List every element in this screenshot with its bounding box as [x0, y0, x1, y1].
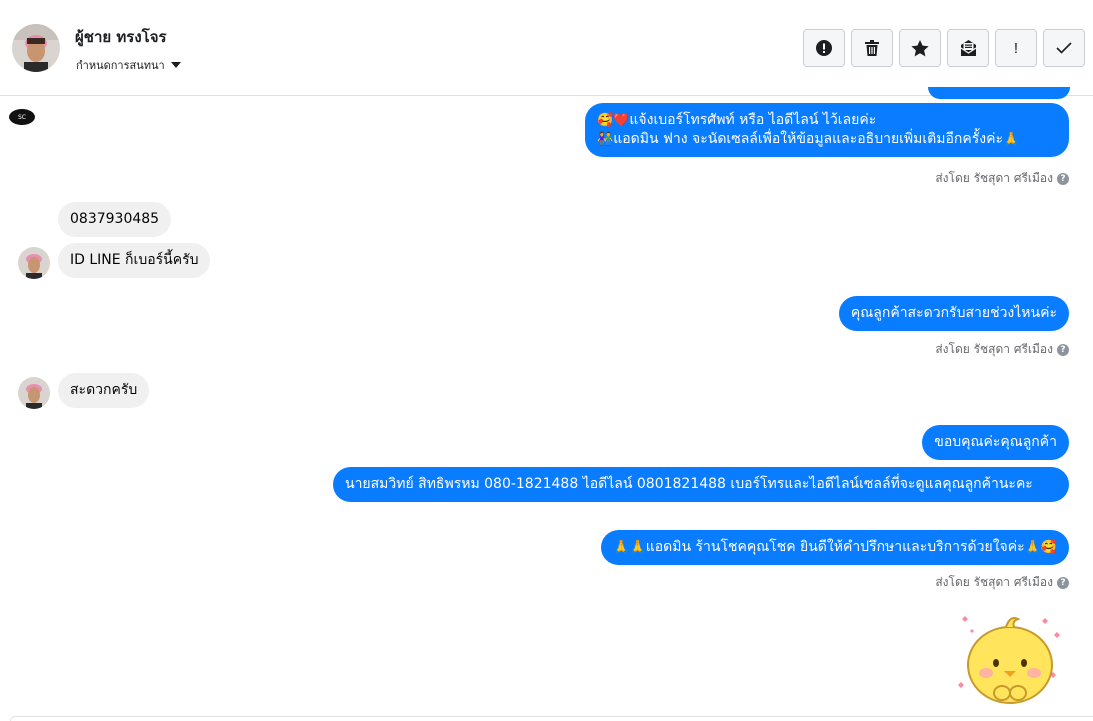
emoji-group: 🥰❤️ [597, 113, 630, 128]
message-text: ID LINE ก็เบอร์นี้ครับ [70, 252, 199, 268]
help-icon[interactable]: ? [1057, 172, 1069, 185]
message-text: แอดมิน ฟาง จะนัดเซลล์เพื่อให้ข้อมูลและอธ… [613, 131, 1003, 147]
message-text: ขอบคุณค่ะคุณลูกค้า [934, 434, 1057, 450]
message-bubble-outgoing-partial [928, 87, 1070, 99]
sent-by-label: ส่งโดย รัชสุดา ศรีเมือง ? [935, 169, 1069, 188]
emoji-group: 🙏 [1003, 132, 1020, 147]
caret-down-icon [170, 62, 181, 68]
message-text: นายสมวิทย์ สิทธิพรหม 080-1821488 ไอดีไลน… [345, 476, 1033, 492]
message-line: 🥰❤️แจ้งเบอร์โทรศัพท์ หรือ ไอดีไลน์ ไว้เล… [597, 111, 1057, 130]
delete-button[interactable] [851, 29, 893, 67]
emoji-group: 🙏🥰 [1024, 540, 1057, 555]
message-text: แอดมิน ร้านโชคคุณโชค ยินดีให้คำปรึกษาและ… [645, 539, 1025, 555]
message-line: 👫แอดมิน ฟาง จะนัดเซลล์เพื่อให้ข้อมูลและอ… [597, 130, 1057, 149]
follow-up-button[interactable]: ! [995, 29, 1037, 67]
composer-edge [10, 716, 1093, 721]
message-text: คุณลูกค้าสะดวกรับสายช่วงไหนค่ะ [850, 305, 1057, 321]
star-button[interactable] [899, 29, 941, 67]
message-bubble-outgoing[interactable]: นายสมวิทย์ สิทธิพรหม 080-1821488 ไอดีไลน… [333, 467, 1069, 502]
exclamation-icon: ! [1013, 39, 1019, 57]
emoji-group: 👫 [597, 132, 614, 147]
sent-by-text: ส่งโดย รัชสุดา ศรีเมือง [935, 342, 1053, 356]
contact-avatar-small[interactable] [18, 247, 50, 279]
trash-icon [865, 40, 879, 56]
message-text: แจ้งเบอร์โทรศัพท์ หรือ ไอดีไลน์ ไว้เลยค่… [629, 112, 877, 128]
help-icon[interactable]: ? [1057, 576, 1069, 589]
assign-conversation-label: กำหนดการสนทนา [76, 59, 165, 72]
message-bubble-incoming[interactable]: ID LINE ก็เบอร์นี้ครับ [58, 243, 211, 278]
emoji-group: 🙏🙏 [613, 540, 646, 555]
message-thread[interactable]: SC 🥰❤️แจ้งเบอร์โทรศัพท์ หรือ ไอดีไลน์ ไว… [0, 87, 1093, 721]
message-bubble-incoming[interactable]: 0837930485 [58, 202, 172, 237]
mark-unread-button[interactable] [947, 29, 989, 67]
alert-circle-icon [816, 40, 832, 56]
contact-name: ผู้ชาย ทรงโจร [75, 28, 167, 46]
spam-button[interactable] [803, 29, 845, 67]
done-button[interactable] [1043, 29, 1085, 67]
message-text: สะดวกครับ [70, 382, 138, 398]
conversation-header: ผู้ชาย ทรงโจร กำหนดการสนทนา ! [0, 0, 1093, 96]
sent-by-label: ส่งโดย รัชสุดา ศรีเมือง ? [935, 340, 1069, 359]
assign-conversation-dropdown[interactable]: กำหนดการสนทนา [76, 56, 181, 74]
message-bubble-outgoing[interactable]: 🙏🙏แอดมิน ร้านโชคคุณโชค ยินดีให้คำปรึกษาแ… [601, 530, 1069, 565]
sent-by-text: ส่งโดย รัชสุดา ศรีเมือง [935, 171, 1053, 185]
contact-avatar-small[interactable] [18, 377, 50, 409]
message-bubble-outgoing[interactable]: คุณลูกค้าสะดวกรับสายช่วงไหนค่ะ [838, 296, 1069, 331]
contact-avatar[interactable] [12, 24, 60, 72]
help-icon[interactable]: ? [1057, 343, 1069, 356]
page-logo: SC [9, 109, 35, 125]
message-bubble-outgoing[interactable]: ขอบคุณค่ะคุณลูกค้า [922, 425, 1069, 460]
envelope-icon [960, 40, 976, 56]
message-bubble-outgoing[interactable]: 🥰❤️แจ้งเบอร์โทรศัพท์ หรือ ไอดีไลน์ ไว้เล… [585, 103, 1069, 157]
message-bubble-incoming[interactable]: สะดวกครับ [58, 373, 150, 408]
message-text: 0837930485 [70, 211, 160, 227]
check-icon [1056, 42, 1072, 54]
star-icon [911, 39, 929, 56]
sent-by-text: ส่งโดย รัชสุดา ศรีเมือง [935, 575, 1053, 589]
chick-sticker[interactable] [950, 609, 1066, 709]
sent-by-label: ส่งโดย รัชสุดา ศรีเมือง ? [935, 573, 1069, 592]
conversation-toolbar: ! [803, 29, 1085, 67]
